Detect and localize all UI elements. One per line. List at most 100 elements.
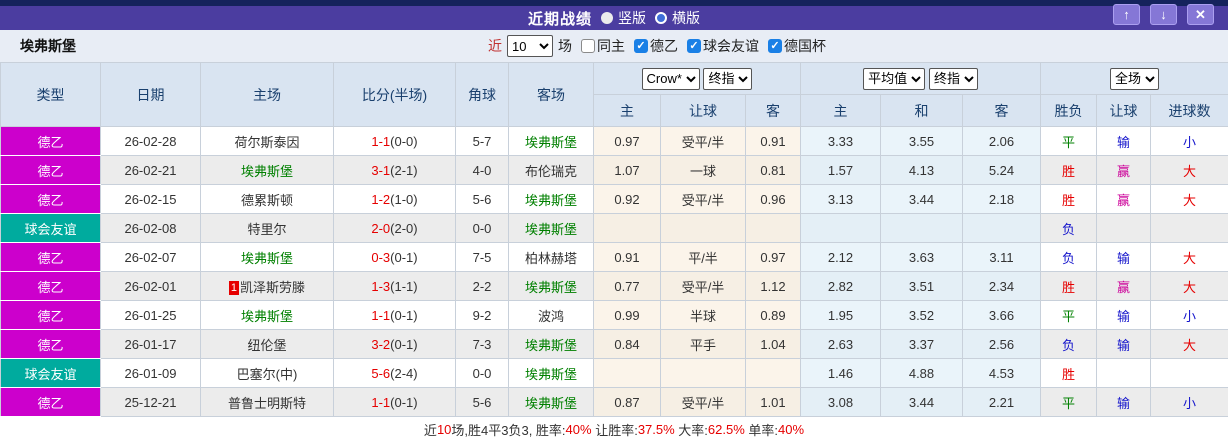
down-arrow-icon: ↓	[1160, 7, 1167, 22]
summary-segment: 让胜率:	[592, 420, 638, 439]
avg-draw-odds: 3.52	[881, 301, 963, 330]
result-cell: 负	[1041, 214, 1097, 243]
avg-home-odds: 2.82	[801, 272, 881, 301]
close-button[interactable]: ✕	[1187, 4, 1214, 25]
avg-away-odds: 2.34	[963, 272, 1041, 301]
halftime-score: (0-1)	[390, 250, 417, 265]
handicap-company-select[interactable]: Crow*	[642, 68, 700, 90]
summary-segment: 37.5%	[638, 422, 675, 437]
handicap-home-odds: 0.97	[594, 127, 661, 156]
handicap-index-select[interactable]: 终指	[703, 68, 752, 90]
checkbox-label[interactable]: 德国杯	[784, 36, 826, 56]
checkbox-checked[interactable]: ✓	[687, 39, 701, 53]
result-cell: 平	[1041, 127, 1097, 156]
odds-company-select[interactable]: 平均值	[863, 68, 925, 90]
score-cell: 3-2(0-1)	[334, 330, 456, 359]
radio-vertical-layout[interactable]: 竖版	[601, 8, 646, 28]
home-team-name: 埃弗斯堡	[241, 164, 293, 179]
score-cell: 1-3(1-1)	[334, 272, 456, 301]
close-icon: ✕	[1195, 7, 1206, 23]
corner-cell: 5-7	[456, 127, 509, 156]
away-team-cell: 布伦瑞克	[509, 156, 594, 185]
date-cell: 26-02-01	[101, 272, 201, 301]
recent-count-select[interactable]: 10	[507, 35, 553, 57]
handicap-away-odds: 0.91	[746, 127, 801, 156]
avg-home-odds: 3.33	[801, 127, 881, 156]
col-header-corner: 角球	[456, 63, 509, 127]
checkbox-label[interactable]: 同主	[597, 36, 625, 56]
away-team-name: 埃弗斯堡	[525, 135, 577, 150]
move-up-button[interactable]: ↑	[1113, 4, 1140, 25]
radio-horizontal-layout[interactable]: 横版	[655, 8, 700, 28]
away-team-cell: 埃弗斯堡	[509, 214, 594, 243]
goals-result-cell: 大	[1151, 185, 1228, 214]
result-cell: 负	[1041, 330, 1097, 359]
col-header-odds-draw: 和	[881, 95, 963, 127]
score-cell: 3-1(2-1)	[334, 156, 456, 185]
handicap-line	[661, 214, 746, 243]
summary-segment: 场,胜4平3负3, 胜率:	[451, 420, 565, 439]
avg-home-odds: 3.08	[801, 388, 881, 417]
checkbox-unchecked[interactable]	[581, 39, 595, 53]
handicap-home-odds: 0.77	[594, 272, 661, 301]
home-team-cell: 1凯泽斯劳滕	[201, 272, 334, 301]
result-cell: 胜	[1041, 272, 1097, 301]
avg-away-odds: 2.56	[963, 330, 1041, 359]
col-header-result: 胜负	[1041, 95, 1097, 127]
result-cell: 负	[1041, 243, 1097, 272]
radio-unselected-icon[interactable]	[655, 12, 667, 24]
checkbox-label[interactable]: 德乙	[650, 36, 678, 56]
col-header-goals: 进球数	[1151, 95, 1228, 127]
corner-cell: 7-3	[456, 330, 509, 359]
summary-segment: 近	[424, 420, 437, 439]
type-cell: 德乙	[1, 301, 101, 330]
type-cell: 德乙	[1, 127, 101, 156]
type-cell: 德乙	[1, 388, 101, 417]
score-cell: 2-0(2-0)	[334, 214, 456, 243]
radio-selected-icon[interactable]	[601, 12, 613, 24]
handicap-home-odds: 0.87	[594, 388, 661, 417]
goals-result-cell: 小	[1151, 388, 1228, 417]
checkbox-label[interactable]: 球会友谊	[703, 36, 759, 56]
home-team-cell: 埃弗斯堡	[201, 243, 334, 272]
goals-result-cell: 大	[1151, 243, 1228, 272]
handicap-line: 半球	[661, 301, 746, 330]
result-cell: 胜	[1041, 185, 1097, 214]
handicap-home-odds: 0.84	[594, 330, 661, 359]
radio-vertical-label: 竖版	[618, 8, 646, 28]
table-row: 德乙25-12-21普鲁士明斯特1-1(0-1)5-6埃弗斯堡0.87受平/半1…	[1, 388, 1228, 417]
fulltime-score: 1-3	[371, 279, 390, 294]
avg-draw-odds: 3.51	[881, 272, 963, 301]
move-down-button[interactable]: ↓	[1150, 4, 1177, 25]
summary-segment: 大率:	[675, 420, 708, 439]
home-team-cell: 普鲁士明斯特	[201, 388, 334, 417]
handicap-line: 平手	[661, 330, 746, 359]
home-team-name: 凯泽斯劳滕	[240, 280, 305, 295]
home-team-name: 巴塞尔(中)	[237, 367, 298, 382]
checkbox-checked[interactable]: ✓	[768, 39, 782, 53]
handicap-result-cell: 赢	[1097, 185, 1151, 214]
type-cell: 德乙	[1, 243, 101, 272]
avg-draw-odds	[881, 214, 963, 243]
odds-index-select[interactable]: 终指	[929, 68, 978, 90]
handicap-result-cell: 输	[1097, 330, 1151, 359]
scope-select[interactable]: 全场	[1110, 68, 1159, 90]
table-row: 德乙26-02-011凯泽斯劳滕1-3(1-1)2-2埃弗斯堡0.77受平/半1…	[1, 272, 1228, 301]
halftime-score: (0-1)	[390, 395, 417, 410]
away-team-cell: 埃弗斯堡	[509, 127, 594, 156]
rank-badge: 1	[229, 281, 239, 295]
home-team-cell: 巴塞尔(中)	[201, 359, 334, 388]
col-header-odds-away: 客	[963, 95, 1041, 127]
away-team-name: 波鸿	[538, 309, 564, 324]
handicap-line: 一球	[661, 156, 746, 185]
corner-cell: 2-2	[456, 272, 509, 301]
league-filter-group: 同主✓德乙✓球会友谊✓德国杯	[572, 36, 826, 56]
date-cell: 26-02-07	[101, 243, 201, 272]
checkbox-checked[interactable]: ✓	[634, 39, 648, 53]
halftime-score: (2-1)	[390, 163, 417, 178]
summary-segment: 单率:	[745, 420, 778, 439]
fulltime-score: 1-1	[371, 134, 390, 149]
handicap-home-odds: 0.92	[594, 185, 661, 214]
summary-segment: 62.5%	[708, 422, 745, 437]
handicap-away-odds: 0.89	[746, 301, 801, 330]
